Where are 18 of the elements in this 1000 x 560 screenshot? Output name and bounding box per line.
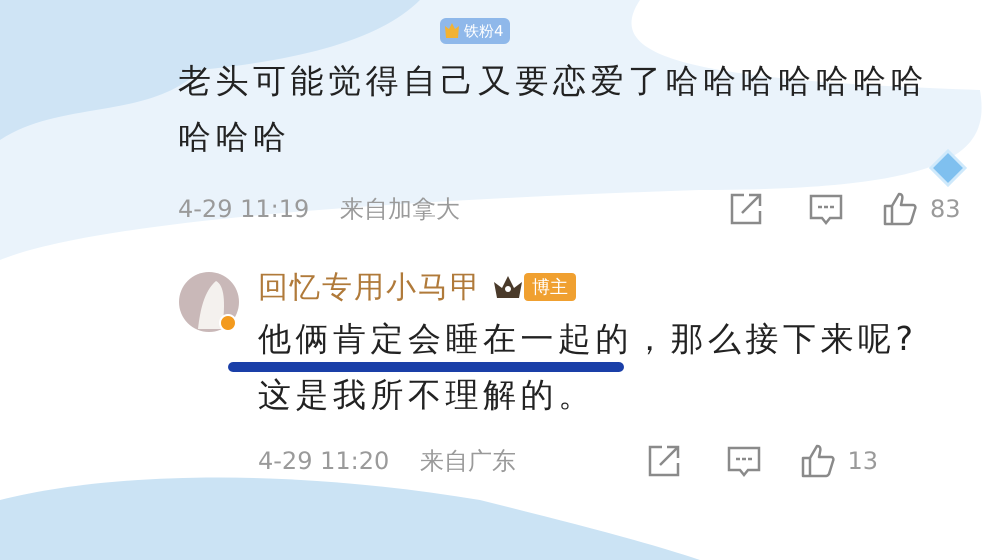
comment-time: 4-29 11:19 xyxy=(178,195,310,223)
comment-line: 这是我所不理解的。 xyxy=(258,374,596,416)
fan-badge: 铁粉4 xyxy=(440,18,510,44)
thumbs-up-icon[interactable] xyxy=(800,443,836,479)
comment-location: 来自广东 xyxy=(420,446,517,477)
like-count: 83 xyxy=(930,195,962,223)
comment-text: 老头可能觉得自己又要恋爱了哈哈哈哈哈哈哈哈哈哈 xyxy=(178,60,929,158)
crown-icon xyxy=(492,274,524,300)
comment-time: 4-29 11:20 xyxy=(258,447,390,475)
blogger-badge: 博主 xyxy=(524,273,576,301)
comment-location: 来自加拿大 xyxy=(340,194,461,225)
comment-line: 他俩肯定会睡在一起的，那么接下来呢? xyxy=(258,318,918,360)
thumbs-up-icon[interactable] xyxy=(882,191,918,227)
author-name[interactable]: 回忆专用小马甲 xyxy=(258,266,482,308)
avatar-icon xyxy=(178,271,240,333)
like-count: 13 xyxy=(848,447,880,475)
diamond-icon xyxy=(928,148,968,188)
share-icon[interactable] xyxy=(728,191,764,227)
